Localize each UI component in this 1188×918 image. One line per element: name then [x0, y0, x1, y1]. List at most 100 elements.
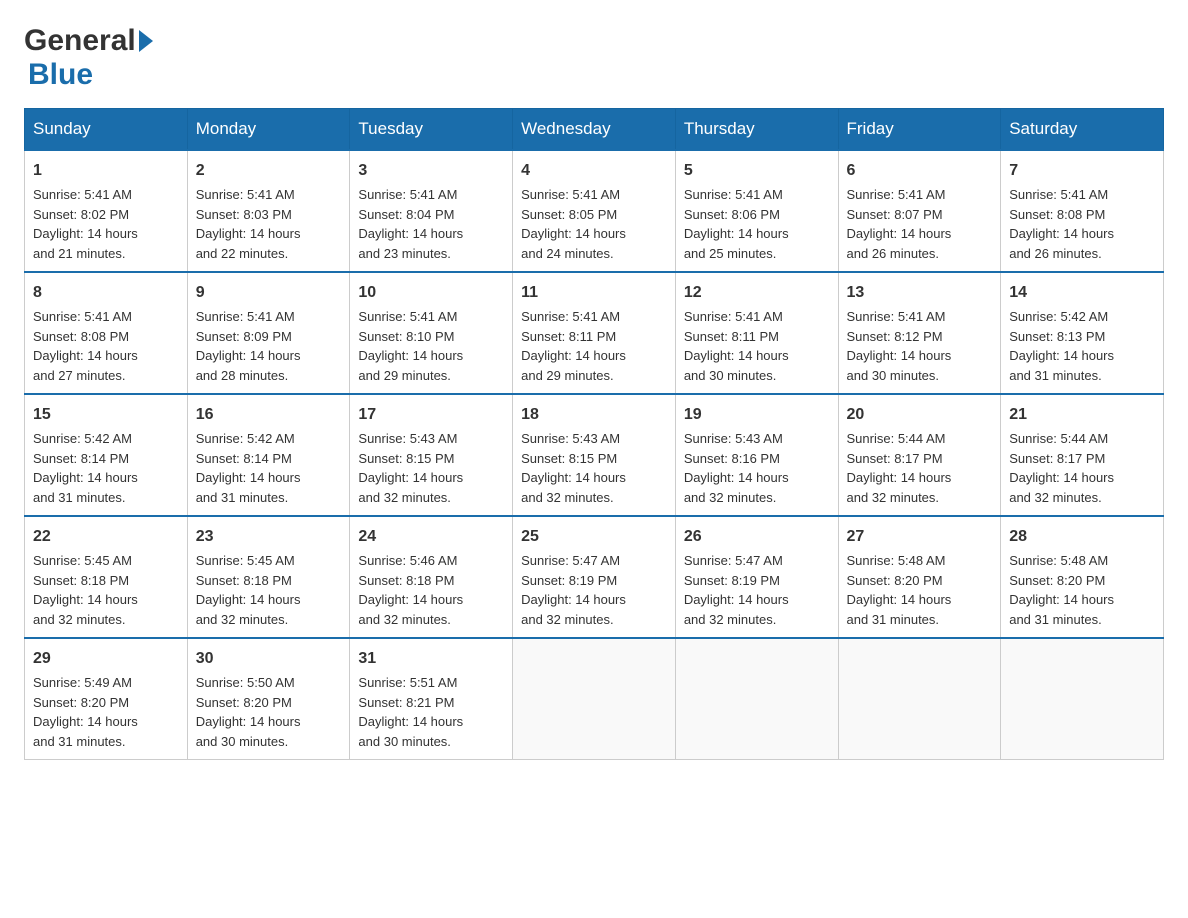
- page-header: General Blue: [24, 24, 1164, 92]
- day-number: 6: [847, 159, 993, 183]
- calendar-cell: 15Sunrise: 5:42 AMSunset: 8:14 PMDayligh…: [25, 394, 188, 516]
- logo-blue-text: Blue: [28, 58, 93, 91]
- calendar-cell: 23Sunrise: 5:45 AMSunset: 8:18 PMDayligh…: [187, 516, 350, 638]
- calendar-cell: 3Sunrise: 5:41 AMSunset: 8:04 PMDaylight…: [350, 150, 513, 272]
- calendar-cell: 6Sunrise: 5:41 AMSunset: 8:07 PMDaylight…: [838, 150, 1001, 272]
- day-number: 11: [521, 281, 667, 305]
- calendar-cell: 24Sunrise: 5:46 AMSunset: 8:18 PMDayligh…: [350, 516, 513, 638]
- day-number: 19: [684, 403, 830, 427]
- day-info: Sunrise: 5:48 AMSunset: 8:20 PMDaylight:…: [847, 551, 993, 629]
- calendar-cell: [1001, 638, 1164, 760]
- calendar-table: SundayMondayTuesdayWednesdayThursdayFrid…: [24, 108, 1164, 760]
- calendar-header-monday: Monday: [187, 109, 350, 151]
- calendar-cell: 30Sunrise: 5:50 AMSunset: 8:20 PMDayligh…: [187, 638, 350, 760]
- day-info: Sunrise: 5:41 AMSunset: 8:03 PMDaylight:…: [196, 185, 342, 263]
- day-info: Sunrise: 5:44 AMSunset: 8:17 PMDaylight:…: [1009, 429, 1155, 507]
- calendar-week-row: 15Sunrise: 5:42 AMSunset: 8:14 PMDayligh…: [25, 394, 1164, 516]
- day-info: Sunrise: 5:41 AMSunset: 8:12 PMDaylight:…: [847, 307, 993, 385]
- calendar-cell: 2Sunrise: 5:41 AMSunset: 8:03 PMDaylight…: [187, 150, 350, 272]
- day-info: Sunrise: 5:49 AMSunset: 8:20 PMDaylight:…: [33, 673, 179, 751]
- calendar-cell: [513, 638, 676, 760]
- calendar-cell: 26Sunrise: 5:47 AMSunset: 8:19 PMDayligh…: [675, 516, 838, 638]
- calendar-cell: [838, 638, 1001, 760]
- day-number: 20: [847, 403, 993, 427]
- day-number: 8: [33, 281, 179, 305]
- logo-blue-row: Blue: [24, 58, 93, 92]
- day-info: Sunrise: 5:41 AMSunset: 8:08 PMDaylight:…: [33, 307, 179, 385]
- day-number: 12: [684, 281, 830, 305]
- calendar-cell: 20Sunrise: 5:44 AMSunset: 8:17 PMDayligh…: [838, 394, 1001, 516]
- day-info: Sunrise: 5:41 AMSunset: 8:05 PMDaylight:…: [521, 185, 667, 263]
- logo-arrow-icon: [139, 30, 153, 52]
- calendar-cell: 9Sunrise: 5:41 AMSunset: 8:09 PMDaylight…: [187, 272, 350, 394]
- calendar-cell: 31Sunrise: 5:51 AMSunset: 8:21 PMDayligh…: [350, 638, 513, 760]
- day-number: 13: [847, 281, 993, 305]
- day-number: 1: [33, 159, 179, 183]
- logo: General Blue: [24, 24, 156, 92]
- calendar-cell: 29Sunrise: 5:49 AMSunset: 8:20 PMDayligh…: [25, 638, 188, 760]
- day-number: 26: [684, 525, 830, 549]
- calendar-cell: 25Sunrise: 5:47 AMSunset: 8:19 PMDayligh…: [513, 516, 676, 638]
- day-number: 22: [33, 525, 179, 549]
- day-number: 25: [521, 525, 667, 549]
- day-info: Sunrise: 5:42 AMSunset: 8:14 PMDaylight:…: [196, 429, 342, 507]
- day-number: 29: [33, 647, 179, 671]
- day-info: Sunrise: 5:50 AMSunset: 8:20 PMDaylight:…: [196, 673, 342, 751]
- day-info: Sunrise: 5:42 AMSunset: 8:14 PMDaylight:…: [33, 429, 179, 507]
- day-info: Sunrise: 5:43 AMSunset: 8:15 PMDaylight:…: [358, 429, 504, 507]
- calendar-cell: 17Sunrise: 5:43 AMSunset: 8:15 PMDayligh…: [350, 394, 513, 516]
- calendar-cell: 28Sunrise: 5:48 AMSunset: 8:20 PMDayligh…: [1001, 516, 1164, 638]
- day-info: Sunrise: 5:41 AMSunset: 8:10 PMDaylight:…: [358, 307, 504, 385]
- calendar-week-row: 8Sunrise: 5:41 AMSunset: 8:08 PMDaylight…: [25, 272, 1164, 394]
- day-info: Sunrise: 5:43 AMSunset: 8:16 PMDaylight:…: [684, 429, 830, 507]
- calendar-cell: 14Sunrise: 5:42 AMSunset: 8:13 PMDayligh…: [1001, 272, 1164, 394]
- day-info: Sunrise: 5:41 AMSunset: 8:11 PMDaylight:…: [521, 307, 667, 385]
- day-number: 24: [358, 525, 504, 549]
- calendar-cell: 16Sunrise: 5:42 AMSunset: 8:14 PMDayligh…: [187, 394, 350, 516]
- day-info: Sunrise: 5:46 AMSunset: 8:18 PMDaylight:…: [358, 551, 504, 629]
- day-info: Sunrise: 5:47 AMSunset: 8:19 PMDaylight:…: [684, 551, 830, 629]
- day-number: 16: [196, 403, 342, 427]
- calendar-cell: 4Sunrise: 5:41 AMSunset: 8:05 PMDaylight…: [513, 150, 676, 272]
- day-info: Sunrise: 5:44 AMSunset: 8:17 PMDaylight:…: [847, 429, 993, 507]
- day-number: 15: [33, 403, 179, 427]
- calendar-cell: 27Sunrise: 5:48 AMSunset: 8:20 PMDayligh…: [838, 516, 1001, 638]
- calendar-header-tuesday: Tuesday: [350, 109, 513, 151]
- day-info: Sunrise: 5:41 AMSunset: 8:11 PMDaylight:…: [684, 307, 830, 385]
- day-info: Sunrise: 5:41 AMSunset: 8:04 PMDaylight:…: [358, 185, 504, 263]
- logo-row: General: [24, 24, 156, 58]
- day-number: 30: [196, 647, 342, 671]
- day-number: 5: [684, 159, 830, 183]
- day-info: Sunrise: 5:43 AMSunset: 8:15 PMDaylight:…: [521, 429, 667, 507]
- calendar-week-row: 1Sunrise: 5:41 AMSunset: 8:02 PMDaylight…: [25, 150, 1164, 272]
- day-number: 7: [1009, 159, 1155, 183]
- calendar-header-friday: Friday: [838, 109, 1001, 151]
- day-info: Sunrise: 5:41 AMSunset: 8:02 PMDaylight:…: [33, 185, 179, 263]
- calendar-header-wednesday: Wednesday: [513, 109, 676, 151]
- day-info: Sunrise: 5:42 AMSunset: 8:13 PMDaylight:…: [1009, 307, 1155, 385]
- day-info: Sunrise: 5:47 AMSunset: 8:19 PMDaylight:…: [521, 551, 667, 629]
- calendar-cell: 22Sunrise: 5:45 AMSunset: 8:18 PMDayligh…: [25, 516, 188, 638]
- day-info: Sunrise: 5:45 AMSunset: 8:18 PMDaylight:…: [196, 551, 342, 629]
- calendar-header-thursday: Thursday: [675, 109, 838, 151]
- day-number: 17: [358, 403, 504, 427]
- day-number: 21: [1009, 403, 1155, 427]
- calendar-cell: [675, 638, 838, 760]
- day-number: 27: [847, 525, 993, 549]
- day-number: 3: [358, 159, 504, 183]
- day-number: 10: [358, 281, 504, 305]
- calendar-week-row: 22 Sunrise: 5:45 AMSunset: 8:18 PMDayligh…: [25, 516, 1164, 638]
- day-info: Sunrise: 5:41 AMSunset: 8:07 PMDaylight:…: [847, 185, 993, 263]
- calendar-header-sunday: Sunday: [25, 109, 188, 151]
- calendar-header-row: SundayMondayTuesdayWednesdayThursdayFrid…: [25, 109, 1164, 151]
- calendar-cell: 8Sunrise: 5:41 AMSunset: 8:08 PMDaylight…: [25, 272, 188, 394]
- calendar-cell: 5Sunrise: 5:41 AMSunset: 8:06 PMDaylight…: [675, 150, 838, 272]
- calendar-cell: 10Sunrise: 5:41 AMSunset: 8:10 PMDayligh…: [350, 272, 513, 394]
- day-info: Sunrise: 5:41 AMSunset: 8:09 PMDaylight:…: [196, 307, 342, 385]
- day-number: 14: [1009, 281, 1155, 305]
- day-number: 23: [196, 525, 342, 549]
- calendar-cell: 13Sunrise: 5:41 AMSunset: 8:12 PMDayligh…: [838, 272, 1001, 394]
- day-number: 31: [358, 647, 504, 671]
- calendar-header-saturday: Saturday: [1001, 109, 1164, 151]
- calendar-cell: 21Sunrise: 5:44 AMSunset: 8:17 PMDayligh…: [1001, 394, 1164, 516]
